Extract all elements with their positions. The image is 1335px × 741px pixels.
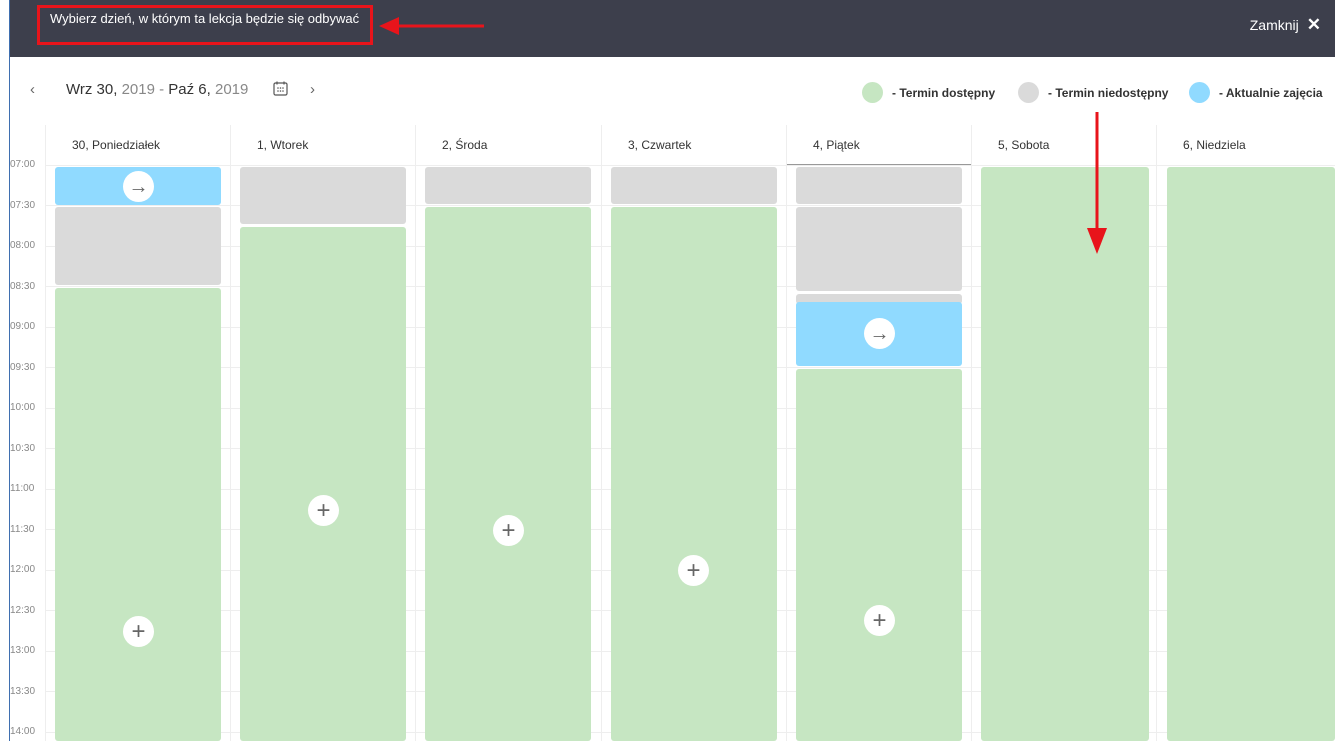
legend-available: - Termin dostępny	[862, 82, 995, 103]
unavailable-slot	[55, 207, 221, 285]
hour-label: 14:00	[10, 726, 36, 737]
grid-line	[601, 125, 602, 741]
move-lesson-button[interactable]: →	[864, 318, 895, 349]
calendar-toolbar: ‹ Wrz 30, 2019 - Paź 6, 2019 › - Termin …	[10, 57, 1335, 125]
range-start-year: 2019	[121, 81, 155, 98]
range-start: Wrz 30,	[66, 81, 118, 98]
day-header-wednesday: 2, Środa	[415, 125, 601, 165]
grid-line	[45, 165, 1335, 166]
hour-label: 09:00	[10, 321, 36, 332]
day-header-friday: 4, Piątek	[786, 125, 971, 165]
day-header-thursday: 3, Czwartek	[601, 125, 786, 165]
hour-label: 12:00	[10, 564, 36, 575]
available-slot[interactable]: +	[55, 288, 221, 741]
add-lesson-button[interactable]: +	[678, 555, 709, 586]
legend-unavailable-swatch	[1018, 82, 1039, 103]
plus-icon: +	[316, 496, 331, 524]
next-week-button[interactable]: ›	[310, 81, 315, 98]
unavailable-slot	[611, 167, 777, 204]
day-header-saturday: 5, Sobota	[971, 125, 1156, 165]
grid-line	[1156, 125, 1157, 741]
legend-available-swatch	[862, 82, 883, 103]
legend-current: - Aktualnie zajęcia	[1189, 82, 1323, 103]
plus-icon: +	[501, 516, 516, 544]
current-lesson-slot[interactable]: →	[796, 302, 962, 366]
legend-unavailable-label: - Termin niedostępny	[1048, 85, 1169, 100]
add-lesson-button[interactable]: +	[308, 495, 339, 526]
day-header-tuesday: 1, Wtorek	[230, 125, 415, 165]
close-icon: ✕	[1306, 15, 1321, 34]
close-button[interactable]: Zamknij ✕	[1249, 15, 1321, 34]
annotation-highlight-box	[37, 5, 373, 45]
hour-label: 07:30	[10, 200, 36, 211]
available-slot[interactable]	[981, 167, 1149, 741]
close-label: Zamknij	[1249, 17, 1299, 33]
grid-line	[45, 125, 46, 741]
arrow-right-icon: →	[869, 322, 890, 345]
grid-line	[230, 125, 231, 741]
hour-label: 10:30	[10, 443, 36, 454]
add-lesson-button[interactable]: +	[864, 605, 895, 636]
hour-label: 12:30	[10, 605, 36, 616]
legend-available-label: - Termin dostępny	[892, 85, 996, 100]
legend-unavailable: - Termin niedostępny	[1018, 82, 1168, 103]
annotation-arrow-left-icon	[379, 17, 484, 35]
add-lesson-button[interactable]: +	[493, 515, 524, 546]
grid-line	[786, 125, 787, 741]
left-border	[0, 0, 10, 741]
hour-label: 08:00	[10, 240, 36, 251]
available-slot[interactable]: +	[425, 207, 591, 741]
plus-icon: +	[686, 556, 701, 584]
grid-line	[971, 125, 972, 741]
range-end-year: 2019	[215, 81, 249, 98]
legend-current-swatch	[1189, 82, 1210, 103]
add-lesson-button[interactable]: +	[123, 616, 154, 647]
hour-label: 09:30	[10, 362, 36, 373]
day-header-sunday: 6, Niedziela	[1156, 125, 1335, 165]
legend-current-label: - Aktualnie zajęcia	[1219, 85, 1323, 100]
unavailable-slot	[796, 167, 962, 204]
prev-week-button[interactable]: ‹	[30, 81, 35, 98]
move-lesson-button[interactable]: →	[123, 171, 154, 202]
available-slot[interactable]: +	[240, 227, 406, 741]
hour-label: 07:00	[10, 159, 36, 170]
unavailable-slot	[240, 167, 406, 224]
hour-label: 11:00	[10, 483, 35, 494]
available-slot[interactable]: +	[796, 369, 962, 741]
calendar-grid: 30, Poniedziałek 1, Wtorek 2, Środa 3, C…	[10, 125, 1335, 741]
available-slot[interactable]: +	[611, 207, 777, 741]
arrow-right-icon: →	[128, 175, 149, 198]
unavailable-slot	[796, 207, 962, 291]
plus-icon: +	[131, 617, 146, 645]
calendar-icon[interactable]	[273, 81, 288, 96]
range-end: Paź 6,	[168, 81, 211, 98]
current-lesson-slot[interactable]: →	[55, 167, 221, 205]
day-header-monday: 30, Poniedziałek	[45, 125, 230, 165]
annotation-arrow-down-icon	[1087, 112, 1107, 254]
hour-label: 08:30	[10, 281, 36, 292]
date-range: Wrz 30, 2019 - Paź 6, 2019	[66, 81, 248, 98]
grid-line	[415, 125, 416, 741]
hour-label: 10:00	[10, 402, 36, 413]
plus-icon: +	[872, 606, 887, 634]
hour-label: 11:30	[10, 524, 35, 535]
unavailable-slot	[425, 167, 591, 204]
range-separator: -	[159, 81, 165, 98]
hour-label: 13:30	[10, 686, 36, 697]
available-slot[interactable]	[1167, 167, 1335, 741]
hour-label: 13:00	[10, 645, 36, 656]
